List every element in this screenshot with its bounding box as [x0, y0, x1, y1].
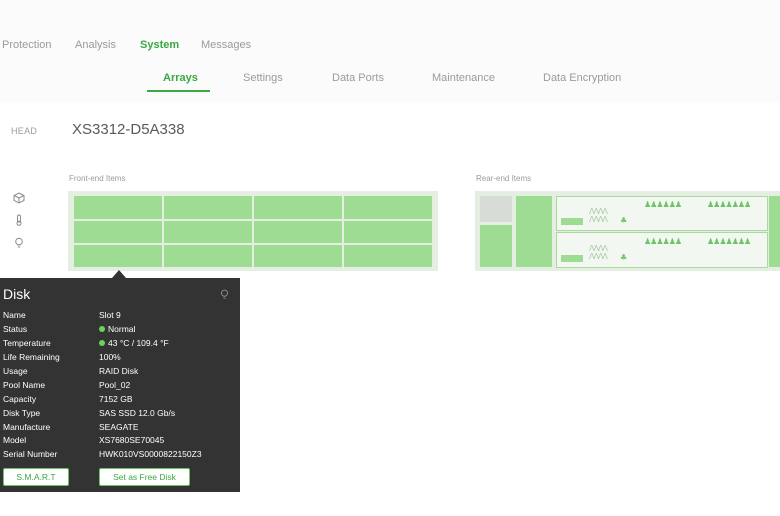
rear-psu[interactable]	[480, 225, 512, 267]
field-value-usage: RAID Disk	[99, 366, 139, 376]
port-group: ♟♟♟♟♟♟	[644, 200, 682, 209]
tooltip-title: Disk	[3, 286, 31, 302]
disk-slot[interactable]	[254, 221, 342, 243]
nav-analysis[interactable]: Analysis	[75, 39, 116, 51]
field-label-disk-type: Disk Type	[3, 408, 41, 418]
active-tab-indicator	[147, 90, 210, 92]
lightbulb-icon[interactable]	[13, 237, 25, 249]
disk-slot[interactable]	[164, 221, 252, 243]
rear-end-panel: ΛΛΛΛ ΛΛΛΛ ♣ ♟♟♟♟♟♟ ♟♟♟♟♟♟♟ ΛΛΛΛ ΛΛΛΛ ♣ ♟…	[475, 191, 780, 271]
front-end-label: Front-end Items	[69, 174, 126, 183]
enclosure-head-label: HEAD	[11, 126, 38, 136]
disk-slot[interactable]	[164, 196, 252, 219]
set-as-free-disk-button[interactable]: Set as Free Disk	[99, 468, 190, 486]
disk-info-tooltip: Disk Name Slot 9 Status Normal Temperatu…	[0, 278, 240, 492]
disk-slot[interactable]	[344, 245, 432, 267]
tab-settings[interactable]: Settings	[243, 72, 283, 84]
rear-empty-bay	[480, 196, 512, 222]
front-end-panel	[68, 191, 438, 271]
port-group: ♟♟♟♟♟♟	[644, 237, 682, 246]
enclosure-name: XS3312-D5A338	[72, 121, 185, 138]
field-label-status: Status	[3, 324, 28, 334]
disk-slot-selected[interactable]	[74, 245, 162, 267]
tooltip-arrow	[112, 270, 126, 278]
field-value-serial-number: HWK010VS0000822150Z3	[99, 449, 202, 459]
controller-port	[561, 255, 583, 262]
disk-slot[interactable]	[74, 196, 162, 219]
field-value-life-remaining: 100%	[99, 352, 121, 362]
field-label-model: Model	[3, 435, 27, 445]
field-label-serial-number: Serial Number	[3, 449, 58, 459]
field-value-status: Normal	[99, 324, 135, 334]
port-group: ΛΛΛΛ	[589, 252, 608, 261]
field-label-manufacture: Manufacture	[3, 422, 51, 432]
nav-system[interactable]: System	[140, 39, 179, 51]
rear-end-label: Rear-end Items	[476, 174, 532, 183]
top-navigation-area	[0, 0, 780, 102]
tab-maintenance[interactable]: Maintenance	[432, 72, 495, 84]
smart-button[interactable]: S.M.A.R.T	[3, 468, 69, 486]
port-group: ♟♟♟♟♟♟♟	[707, 200, 751, 209]
field-label-name: Name	[3, 310, 26, 320]
field-label-usage: Usage	[3, 366, 28, 376]
tab-data-encryption[interactable]: Data Encryption	[543, 72, 621, 84]
rear-psu[interactable]	[769, 196, 780, 267]
rear-controller-module[interactable]: ΛΛΛΛ ΛΛΛΛ ♣ ♟♟♟♟♟♟ ♟♟♟♟♟♟♟	[556, 196, 768, 231]
disk-slot[interactable]	[164, 245, 252, 267]
status-ok-dot	[99, 340, 105, 346]
rear-psu[interactable]	[516, 196, 552, 267]
field-value-temperature: 43 °C / 109.4 °F	[99, 338, 169, 348]
cube-icon[interactable]	[13, 192, 25, 204]
status-ok-dot	[99, 326, 105, 332]
field-label-life-remaining: Life Remaining	[3, 352, 60, 362]
port-group: ΛΛΛΛ	[589, 215, 608, 224]
port-group: ♟♟♟♟♟♟♟	[707, 237, 751, 246]
nav-protection[interactable]: Protection	[2, 39, 52, 51]
controller-port	[561, 218, 583, 225]
rear-controller-module[interactable]: ΛΛΛΛ ΛΛΛΛ ♣ ♟♟♟♟♟♟ ♟♟♟♟♟♟♟	[556, 232, 768, 268]
field-value-manufacture: SEAGATE	[99, 422, 139, 432]
port-group: ♣	[620, 216, 627, 225]
port-group: ♣	[620, 253, 627, 262]
field-value-capacity: 7152 GB	[99, 394, 133, 404]
field-label-temperature: Temperature	[3, 338, 51, 348]
field-label-pool-name: Pool Name	[3, 380, 46, 390]
disk-slot[interactable]	[344, 196, 432, 219]
tab-data-ports[interactable]: Data Ports	[332, 72, 384, 84]
field-value-model: XS7680SE70045	[99, 435, 165, 445]
lightbulb-icon[interactable]	[219, 289, 230, 300]
nav-messages[interactable]: Messages	[201, 39, 251, 51]
disk-slot[interactable]	[254, 196, 342, 219]
thermometer-icon[interactable]	[13, 214, 25, 226]
field-value-name: Slot 9	[99, 310, 121, 320]
disk-slot[interactable]	[254, 245, 342, 267]
field-value-pool-name: Pool_02	[99, 380, 131, 390]
tab-arrays[interactable]: Arrays	[163, 72, 198, 84]
disk-slot[interactable]	[344, 221, 432, 243]
field-value-disk-type: SAS SSD 12.0 Gb/s	[99, 408, 176, 418]
disk-slot[interactable]	[74, 221, 162, 243]
field-label-capacity: Capacity	[3, 394, 37, 404]
